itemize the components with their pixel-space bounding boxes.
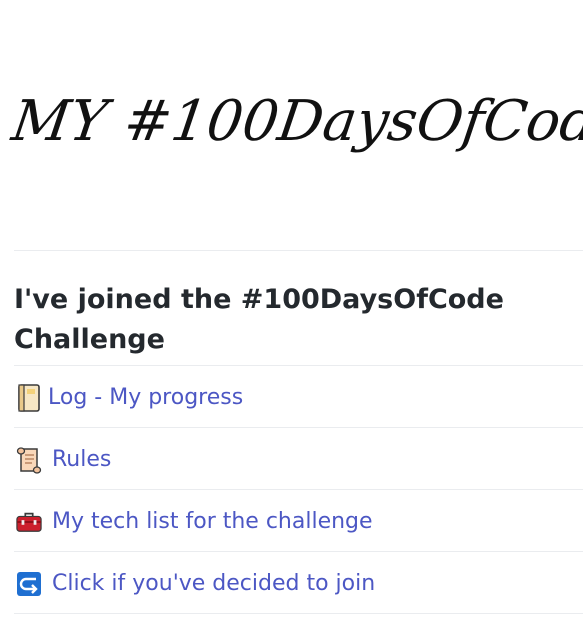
link-label[interactable]: Click if you've decided to join [52,571,375,596]
notebook-icon [16,383,42,412]
banner-title: MY #100DaysOfCode [7,89,583,154]
link-log-progress[interactable]: Log - My progress [14,366,583,428]
scroll-icon [16,446,42,474]
banner-divider [14,250,583,251]
link-list: Log - My progress Rules My tech list for… [14,366,583,614]
return-arrow-icon [16,570,42,598]
link-label[interactable]: My tech list for the challenge [52,509,373,534]
banner-svg: MY #100DaysOfCode [0,0,583,250]
banner-image: MY #100DaysOfCode [0,0,583,250]
toolbox-icon [16,508,42,536]
link-label[interactable]: Log - My progress [48,385,243,410]
link-join[interactable]: Click if you've decided to join [14,552,583,614]
link-label[interactable]: Rules [52,447,111,472]
link-rules[interactable]: Rules [14,428,583,490]
page-heading: I've joined the #100DaysOfCode Challenge [14,284,504,355]
link-tech-list[interactable]: My tech list for the challenge [14,490,583,552]
